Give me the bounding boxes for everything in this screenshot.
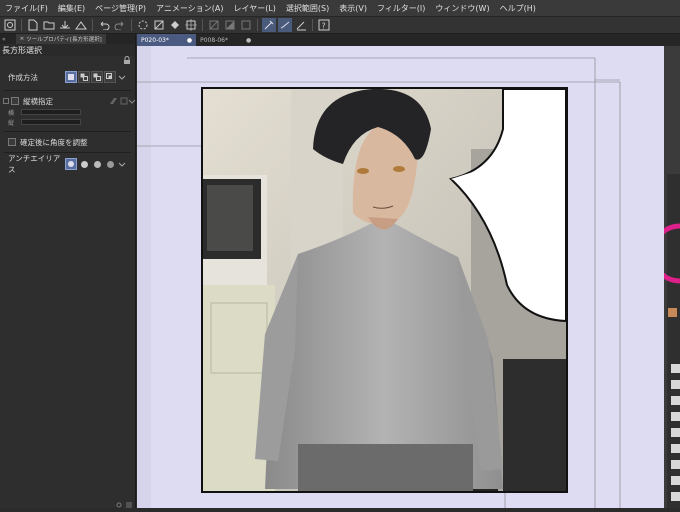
toolbar-divider bbox=[312, 19, 313, 31]
collapse-icon[interactable]: « bbox=[2, 36, 6, 43]
chevron-down-icon[interactable] bbox=[118, 73, 126, 81]
transform-icon[interactable] bbox=[184, 18, 198, 32]
grey-square-icon[interactable] bbox=[223, 18, 237, 32]
save-icon[interactable] bbox=[58, 18, 72, 32]
chevron-down-icon[interactable] bbox=[118, 160, 126, 168]
fill-icon[interactable] bbox=[168, 18, 182, 32]
aspect-checkbox[interactable] bbox=[11, 97, 19, 105]
toolbar-divider bbox=[92, 19, 93, 31]
lock-icon[interactable] bbox=[123, 56, 131, 64]
aspect-label: 縦横指定 bbox=[23, 96, 53, 106]
expand-toggle-icon[interactable] bbox=[3, 98, 9, 104]
height-row: 縦 bbox=[0, 117, 135, 127]
antialias-strong-icon bbox=[106, 160, 114, 168]
toolbar-divider bbox=[257, 19, 258, 31]
tab-tool-property[interactable]: × ツールプロパティ[長方形選択] bbox=[15, 34, 106, 44]
undo-icon[interactable] bbox=[97, 18, 111, 32]
selection-eraser-icon[interactable] bbox=[278, 18, 292, 32]
section-divider bbox=[4, 131, 131, 132]
add-selection-button[interactable] bbox=[78, 71, 90, 83]
subtract-selection-icon bbox=[93, 73, 101, 81]
intersect-selection-button[interactable] bbox=[104, 71, 116, 83]
toolbar-divider bbox=[202, 19, 203, 31]
height-slider[interactable] bbox=[21, 119, 81, 125]
antialias-medium-button[interactable] bbox=[91, 158, 103, 170]
svg-text:?: ? bbox=[322, 22, 326, 31]
aspect-options-icon[interactable] bbox=[109, 97, 135, 105]
menubar: ファイル(F) 編集(E) ページ管理(P) アニメーション(A) レイヤー(L… bbox=[0, 0, 680, 16]
crop-icon[interactable] bbox=[207, 18, 221, 32]
antialias-strong-button[interactable] bbox=[104, 158, 116, 170]
tab-document-p020-03[interactable]: P020-03* ● bbox=[137, 34, 197, 46]
panel-title: 長方形選択 bbox=[0, 44, 135, 56]
document-tabs: P020-03* ● P008-06* ● bbox=[137, 34, 680, 46]
menu-layer[interactable]: レイヤー(L) bbox=[228, 3, 280, 14]
pencil-icon[interactable] bbox=[294, 18, 308, 32]
document-tab-label: P008-06* bbox=[200, 36, 228, 44]
menu-window[interactable]: ウィンドウ(W) bbox=[430, 3, 494, 14]
selection-pen-icon[interactable] bbox=[262, 18, 276, 32]
subtract-selection-button[interactable] bbox=[91, 71, 103, 83]
tool-property-panel: « × ツールプロパティ[長方形選択] 長方形選択 作成方法 縦横指定 横 縦 … bbox=[0, 34, 136, 508]
artwork-image bbox=[203, 89, 566, 491]
antialias-none-icon bbox=[68, 161, 74, 167]
help-icon[interactable]: ? bbox=[317, 18, 331, 32]
panel-tabbar: « × ツールプロパティ[長方形選択] bbox=[0, 34, 135, 44]
menu-file[interactable]: ファイル(F) bbox=[0, 3, 53, 14]
adjust-angle-checkbox[interactable] bbox=[8, 138, 16, 146]
menu-page-management[interactable]: ページ管理(P) bbox=[90, 3, 151, 14]
panel-menu-row bbox=[0, 56, 135, 66]
new-file-icon[interactable] bbox=[26, 18, 40, 32]
width-row: 横 bbox=[0, 107, 135, 117]
manga-artwork[interactable] bbox=[201, 87, 568, 493]
new-selection-icon bbox=[68, 74, 74, 80]
adjust-angle-row: 確定後に角度を調整 bbox=[0, 136, 135, 148]
close-tab-icon[interactable]: ● bbox=[246, 37, 251, 44]
antialias-row: アンチエイリアス bbox=[0, 154, 135, 174]
antialias-none-button[interactable] bbox=[65, 158, 77, 170]
menu-edit[interactable]: 編集(E) bbox=[53, 3, 90, 14]
toolbar-divider bbox=[131, 19, 132, 31]
export-icon[interactable] bbox=[74, 18, 88, 32]
close-tab-icon[interactable]: ● bbox=[187, 37, 192, 44]
tab-tool-property-label: ツールプロパティ[長方形選択] bbox=[26, 37, 102, 43]
close-tab-icon[interactable]: × bbox=[20, 36, 25, 42]
menu-view[interactable]: 表示(V) bbox=[334, 3, 372, 14]
height-label: 縦 bbox=[8, 119, 15, 127]
toolbar-divider bbox=[21, 19, 22, 31]
redo-icon[interactable] bbox=[113, 18, 127, 32]
new-selection-button[interactable] bbox=[65, 71, 77, 83]
settings-icon[interactable] bbox=[116, 502, 122, 508]
creation-method-row: 作成方法 bbox=[0, 68, 135, 86]
right-panel-edge bbox=[650, 46, 680, 508]
clear-icon[interactable] bbox=[152, 18, 166, 32]
menu-filter[interactable]: フィルター(I) bbox=[372, 3, 430, 14]
app-logo-icon[interactable] bbox=[3, 18, 17, 32]
tab-document-p008-06[interactable]: P008-06* ● bbox=[196, 34, 255, 46]
antialias-weak-button[interactable] bbox=[78, 158, 90, 170]
creation-method-label: 作成方法 bbox=[8, 72, 38, 82]
width-label: 横 bbox=[8, 109, 15, 117]
command-bar: ? bbox=[0, 16, 680, 34]
open-folder-icon[interactable] bbox=[42, 18, 56, 32]
intersect-selection-icon bbox=[106, 73, 112, 79]
section-divider bbox=[4, 90, 131, 91]
antialias-medium-icon bbox=[93, 160, 101, 168]
canvas-area[interactable] bbox=[137, 46, 664, 508]
adjust-angle-label: 確定後に角度を調整 bbox=[20, 137, 88, 147]
square-icon[interactable] bbox=[239, 18, 253, 32]
menu-animation[interactable]: アニメーション(A) bbox=[151, 3, 228, 14]
loading-icon[interactable] bbox=[136, 18, 150, 32]
width-slider[interactable] bbox=[21, 109, 81, 115]
add-selection-icon bbox=[80, 73, 88, 81]
menu-selection[interactable]: 選択範囲(S) bbox=[281, 3, 334, 14]
antialias-label: アンチエイリアス bbox=[8, 154, 61, 174]
color-wheel-icon[interactable] bbox=[650, 46, 680, 508]
aspect-row: 縦横指定 bbox=[0, 95, 135, 107]
antialias-weak-icon bbox=[80, 160, 88, 168]
menu-help[interactable]: ヘルプ(H) bbox=[495, 3, 541, 14]
panel-footer bbox=[0, 502, 136, 508]
menu-icon[interactable] bbox=[126, 502, 132, 508]
document-tab-label: P020-03* bbox=[141, 36, 169, 44]
